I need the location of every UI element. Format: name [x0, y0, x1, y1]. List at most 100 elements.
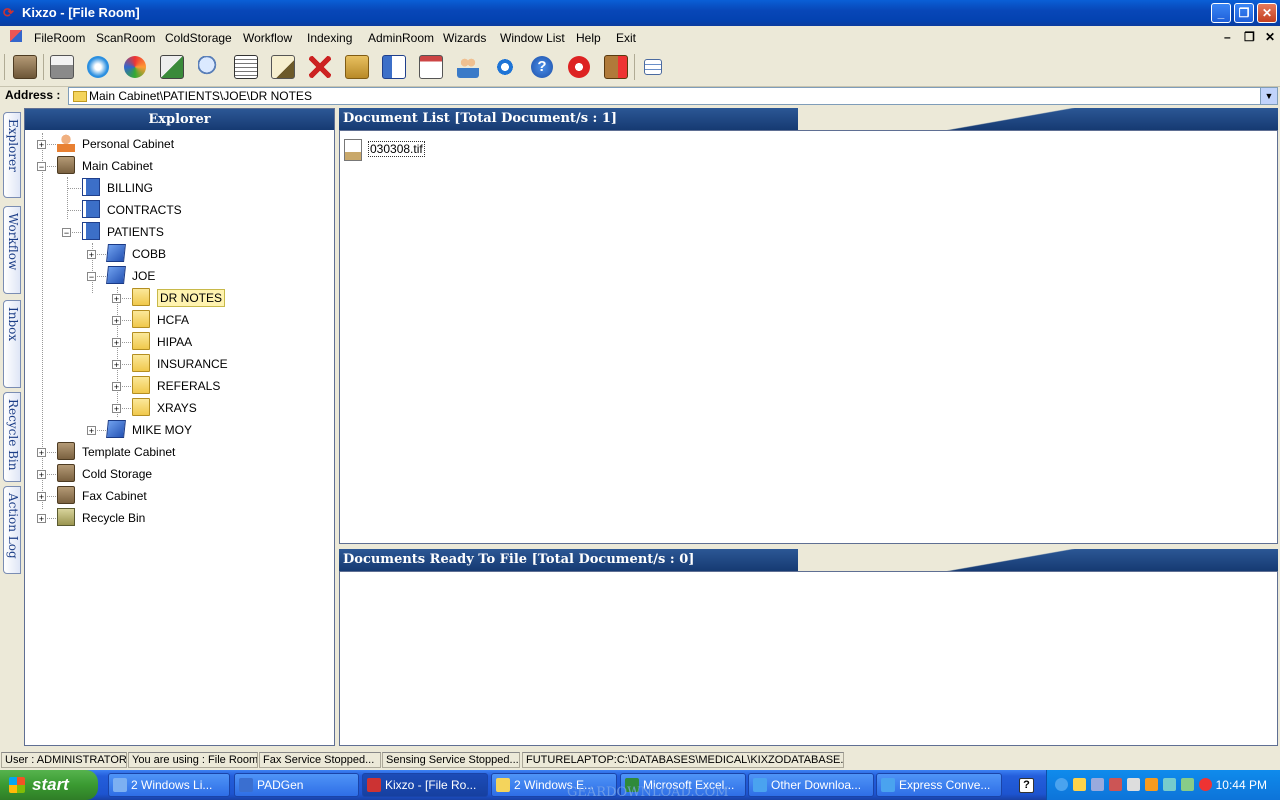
tree-node[interactable]: + COBB — [25, 243, 325, 265]
help-tray-icon[interactable]: ? — [1019, 778, 1034, 793]
tree-node-label: Main Cabinet — [82, 159, 153, 173]
tree-node[interactable]: + XRAYS — [25, 397, 325, 419]
chevron-down-icon[interactable]: ▼ — [1260, 88, 1277, 104]
scanner-icon[interactable] — [47, 52, 77, 82]
indexing-icon[interactable] — [157, 52, 187, 82]
expand-icon[interactable]: + — [37, 492, 46, 502]
tab-workflow[interactable]: Workflow — [3, 206, 21, 294]
help-icon[interactable]: ? — [527, 52, 557, 82]
start-button[interactable]: start — [0, 770, 98, 800]
tree-node[interactable]: + Fax Cabinet — [25, 485, 325, 507]
expand-icon[interactable]: + — [87, 426, 96, 436]
cold-storage-icon[interactable] — [83, 52, 113, 82]
tree-node-label: CONTRACTS — [107, 203, 182, 217]
calendar-icon[interactable] — [416, 52, 446, 82]
tree-node[interactable]: + Recycle Bin — [25, 507, 325, 529]
tree-node[interactable]: + INSURANCE — [25, 353, 325, 375]
power-icon[interactable] — [564, 52, 594, 82]
tree-node[interactable]: − JOE — [25, 265, 325, 287]
tree-node[interactable]: BILLING — [25, 177, 325, 199]
menu-indexing[interactable]: Indexing — [307, 31, 352, 45]
folder-archive-icon[interactable] — [342, 52, 372, 82]
tree-node-label: HIPAA — [157, 335, 193, 349]
printer-icon[interactable] — [1127, 778, 1140, 791]
tab-action-log[interactable]: Action Log — [3, 486, 21, 574]
expand-icon[interactable]: + — [37, 514, 46, 524]
collapse-icon[interactable]: − — [37, 162, 46, 172]
menu-window-list[interactable]: Window List — [500, 31, 565, 45]
taskbar-button[interactable]: 2 Windows Li... — [108, 773, 230, 797]
tree-node[interactable]: + DR NOTES — [25, 287, 325, 309]
security-icon[interactable] — [1073, 778, 1086, 791]
expand-icon[interactable]: + — [112, 294, 121, 304]
view-options-icon[interactable] — [638, 52, 668, 82]
document-icon[interactable] — [231, 52, 261, 82]
taskbar-button[interactable]: Other Downloa... — [748, 773, 874, 797]
mdi-close-button[interactable]: ✕ — [1265, 30, 1275, 44]
expand-icon[interactable]: + — [112, 316, 121, 326]
tree-node[interactable]: + Cold Storage — [25, 463, 325, 485]
tree-node[interactable]: + HCFA — [25, 309, 325, 331]
mdi-restore-button[interactable]: ❐ — [1244, 30, 1255, 44]
restore-button[interactable]: ❐ — [1234, 3, 1254, 23]
close-button[interactable]: ✕ — [1257, 3, 1277, 23]
mdi-app-icon[interactable] — [10, 30, 22, 42]
internet-explorer-icon[interactable] — [490, 52, 520, 82]
tree-node[interactable]: − Main Cabinet — [25, 155, 325, 177]
edit-document-icon[interactable] — [268, 52, 298, 82]
wireless-icon[interactable] — [1163, 778, 1176, 791]
expand-icon[interactable]: + — [87, 250, 96, 260]
address-field[interactable]: Main Cabinet\PATIENTS\JOE\DR NOTES ▼ — [68, 87, 1278, 105]
collapse-icon[interactable]: − — [62, 228, 71, 238]
menu-scanroom[interactable]: ScanRoom — [96, 31, 155, 45]
tab-inbox[interactable]: Inbox — [3, 300, 21, 388]
expand-icon[interactable]: + — [112, 338, 121, 348]
taskbar-button-label: PADGen — [257, 778, 304, 792]
expand-icon[interactable]: + — [112, 382, 121, 392]
tree-node[interactable]: + MIKE MOY — [25, 419, 325, 441]
expand-icon[interactable]: + — [37, 140, 46, 150]
network-icon[interactable] — [1091, 778, 1104, 791]
delete-icon[interactable] — [305, 52, 335, 82]
tree-node[interactable]: + Personal Cabinet — [25, 133, 325, 155]
shield-icon[interactable] — [1199, 778, 1212, 791]
expand-icon[interactable]: + — [112, 360, 121, 370]
mdi-minimize-button[interactable]: – — [1224, 30, 1231, 44]
taskbar-button[interactable]: Express Conve... — [876, 773, 1002, 797]
expand-icon[interactable]: + — [37, 470, 46, 480]
menu-wizards[interactable]: Wizards — [443, 31, 486, 45]
taskbar-button[interactable]: PADGen — [234, 773, 359, 797]
signal-icon[interactable] — [1181, 778, 1194, 791]
menu-fileroom[interactable]: FileRoom — [34, 31, 85, 45]
app-icon[interactable]: ⟳ — [3, 6, 17, 20]
menu-help[interactable]: Help — [576, 31, 601, 45]
minimize-button[interactable]: _ — [1211, 3, 1231, 23]
users-icon[interactable] — [453, 52, 483, 82]
tree-node[interactable]: + REFERALS — [25, 375, 325, 397]
document-item[interactable]: 030308.tif — [368, 141, 425, 157]
back-arrow-icon[interactable] — [1055, 778, 1068, 791]
exit-door-icon[interactable] — [601, 52, 631, 82]
tab-explorer[interactable]: Explorer — [3, 112, 21, 198]
search-icon[interactable] — [194, 52, 224, 82]
tree-node[interactable]: − PATIENTS — [25, 221, 325, 243]
gear-icon[interactable] — [1145, 778, 1158, 791]
workflow-icon[interactable] — [120, 52, 150, 82]
taskbar-button[interactable]: Kixzo - [File Ro... — [362, 773, 488, 797]
expand-icon[interactable]: + — [112, 404, 121, 414]
file-room-icon[interactable] — [10, 52, 40, 82]
menu-adminroom[interactable]: AdminRoom — [368, 31, 434, 45]
expand-icon[interactable]: + — [37, 448, 46, 458]
tree-node[interactable]: + HIPAA — [25, 331, 325, 353]
tree-node[interactable]: + Template Cabinet — [25, 441, 325, 463]
tree-node-label: Cold Storage — [82, 467, 153, 481]
tab-recycle-bin[interactable]: Recycle Bin — [3, 392, 21, 482]
menu-exit[interactable]: Exit — [616, 31, 636, 45]
menu-coldstorage[interactable]: ColdStorage — [165, 31, 232, 45]
tree-node[interactable]: CONTRACTS — [25, 199, 325, 221]
forms-icon[interactable] — [379, 52, 409, 82]
collapse-icon[interactable]: − — [87, 272, 96, 282]
menu-workflow[interactable]: Workflow — [243, 31, 292, 45]
tree-node-label: INSURANCE — [157, 357, 228, 371]
antivirus-icon[interactable] — [1109, 778, 1122, 791]
